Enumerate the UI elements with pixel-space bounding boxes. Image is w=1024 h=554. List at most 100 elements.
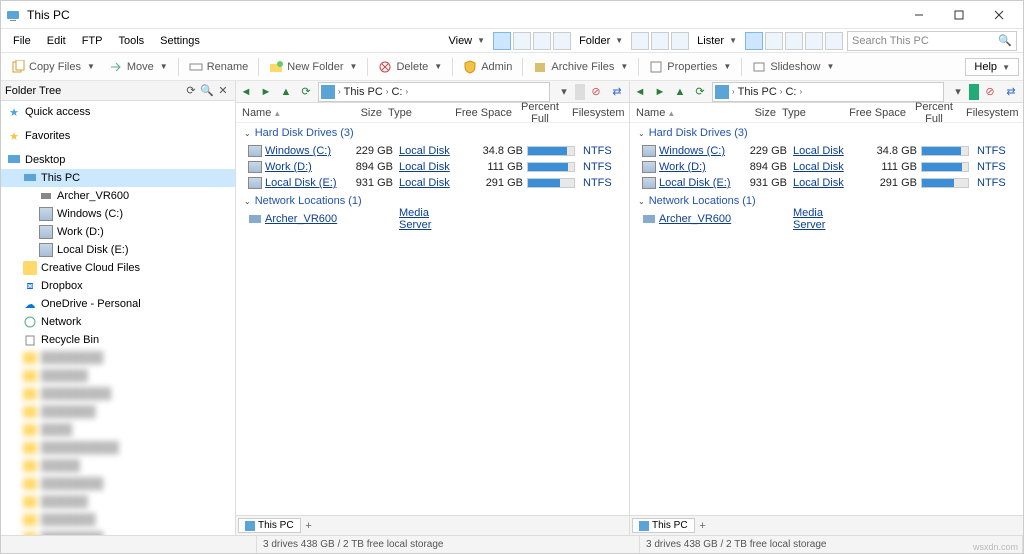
menu-tools[interactable]: Tools [110,29,152,52]
drive-row[interactable]: Local Disk (E:) 931 GB Local Disk 291 GB… [632,175,1023,191]
tree-recycle-bin[interactable]: Recycle Bin [1,331,235,349]
sidebar-close-icon[interactable]: ✕ [215,84,231,97]
breadcrumb[interactable]: › This PC › C: › [712,82,944,102]
drive-row[interactable]: Local Disk (E:) 931 GB Local Disk 291 GB… [238,175,629,191]
minimize-button[interactable] [899,3,939,27]
tab-add-button[interactable]: + [301,520,317,532]
lister-mode-3[interactable] [785,32,803,50]
pane-tab[interactable]: This PC [238,518,301,533]
tree-desktop[interactable]: Desktop [1,151,235,169]
nav-stop-button[interactable]: ⊘ [586,82,606,102]
tree-drive-d[interactable]: Work (D:) [1,223,235,241]
menu-ftp[interactable]: FTP [74,29,111,52]
tree-favorites[interactable]: ★Favorites [1,127,235,145]
archive-files-button[interactable]: Archive Files▼ [527,56,634,78]
network-row[interactable]: Archer_VR600 Media Server [632,211,1023,227]
sidebar-search-icon[interactable]: 🔍 [199,84,215,97]
nav-refresh-button[interactable]: ⟳ [296,82,316,102]
tree-network[interactable]: Network [1,313,235,331]
header-free[interactable]: Free Space [846,107,906,119]
lister-mode-1[interactable] [745,32,763,50]
drive-row[interactable]: Windows (C:) 229 GB Local Disk 34.8 GB N… [632,143,1023,159]
header-size[interactable]: Size [332,107,382,119]
header-percent[interactable]: Percent Full [512,101,568,125]
slideshow-button[interactable]: Slideshow▼ [746,56,840,78]
view-mode-3[interactable] [533,32,551,50]
nav-swap-button[interactable]: ⇄ [1001,82,1021,102]
folder-mode-2[interactable] [651,32,669,50]
new-folder-button[interactable]: New Folder▼ [263,56,363,78]
pane-tab[interactable]: This PC [632,518,695,533]
header-filesystem[interactable]: Filesystem [962,107,1012,119]
header-type[interactable]: Type [776,107,846,119]
move-button[interactable]: Move▼ [103,56,174,78]
lister-dropdown[interactable]: Lister▼ [691,31,743,51]
rename-icon [189,60,203,74]
header-size[interactable]: Size [726,107,776,119]
tab-add-button[interactable]: + [695,520,711,532]
maximize-button[interactable] [939,3,979,27]
header-name[interactable]: Name▲ [636,107,726,119]
pane-indicator[interactable] [575,84,585,100]
sidebar-refresh-icon[interactable]: ⟳ [183,84,199,97]
tree-quick-access[interactable]: ★Quick access [1,103,235,121]
pc-icon [639,521,649,531]
menu-file[interactable]: File [5,29,39,52]
view-mode-4[interactable] [553,32,571,50]
nav-forward-button[interactable]: ► [256,82,276,102]
network-row[interactable]: Archer_VR600 Media Server [238,211,629,227]
menu-settings[interactable]: Settings [152,29,208,52]
drive-row[interactable]: Work (D:) 894 GB Local Disk 111 GB NTFS [238,159,629,175]
main: Folder Tree ⟳ 🔍 ✕ ★Quick access ★Favorit… [1,81,1023,535]
breadcrumb[interactable]: › This PC › C: › [318,82,550,102]
tree-this-pc[interactable]: This PC [1,169,235,187]
header-percent[interactable]: Percent Full [906,101,962,125]
nav-up-button[interactable]: ▲ [276,82,296,102]
tree-creative-cloud[interactable]: Creative Cloud Files [1,259,235,277]
drive-row[interactable]: Work (D:) 894 GB Local Disk 111 GB NTFS [632,159,1023,175]
nav-dropdown-button[interactable]: ▾ [948,82,968,102]
admin-button[interactable]: Admin [457,56,518,78]
folder-mode-3[interactable] [671,32,689,50]
rename-button[interactable]: Rename [183,56,255,78]
header-type[interactable]: Type [382,107,452,119]
group-hard-disks[interactable]: ⌄Hard Disk Drives (3) [238,123,629,143]
header-free[interactable]: Free Space [452,107,512,119]
folder-mode-1[interactable] [631,32,649,50]
nav-stop-button[interactable]: ⊘ [980,82,1000,102]
nav-back-button[interactable]: ◄ [236,82,256,102]
group-hard-disks[interactable]: ⌄Hard Disk Drives (3) [632,123,1023,143]
help-button[interactable]: Help ▼ [965,58,1019,76]
tree-dropbox[interactable]: ⧈Dropbox [1,277,235,295]
tree-archer[interactable]: Archer_VR600 [1,187,235,205]
tree-drive-c[interactable]: Windows (C:) [1,205,235,223]
pane-indicator[interactable] [969,84,979,100]
header-filesystem[interactable]: Filesystem [568,107,618,119]
delete-button[interactable]: Delete▼ [372,56,448,78]
view-dropdown[interactable]: View▼ [442,31,491,51]
lister-mode-2[interactable] [765,32,783,50]
tree-drive-e[interactable]: Local Disk (E:) [1,241,235,259]
nav-back-button[interactable]: ◄ [630,82,650,102]
lister-mode-4[interactable] [805,32,823,50]
nav-refresh-button[interactable]: ⟳ [690,82,710,102]
view-mode-2[interactable] [513,32,531,50]
dual-pane: ◄ ► ▲ ⟳ › This PC › C: › ▾ ⊘ ⇄ Name▲ Siz… [236,81,1023,535]
folder-dropdown[interactable]: Folder▼ [573,31,629,51]
view-mode-1[interactable] [493,32,511,50]
close-button[interactable] [979,3,1019,27]
media-server-icon [642,213,656,225]
properties-button[interactable]: Properties▼ [643,56,737,78]
lister-mode-5[interactable] [825,32,843,50]
nav-swap-button[interactable]: ⇄ [607,82,627,102]
nav-up-button[interactable]: ▲ [670,82,690,102]
search-input[interactable]: Search This PC 🔍 [847,31,1017,51]
sidebar: Folder Tree ⟳ 🔍 ✕ ★Quick access ★Favorit… [1,81,236,535]
drive-row[interactable]: Windows (C:) 229 GB Local Disk 34.8 GB N… [238,143,629,159]
menu-edit[interactable]: Edit [39,29,74,52]
copy-files-button[interactable]: Copy Files▼ [5,56,101,78]
tree-onedrive[interactable]: ☁OneDrive - Personal [1,295,235,313]
nav-forward-button[interactable]: ► [650,82,670,102]
header-name[interactable]: Name▲ [242,107,332,119]
nav-dropdown-button[interactable]: ▾ [554,82,574,102]
